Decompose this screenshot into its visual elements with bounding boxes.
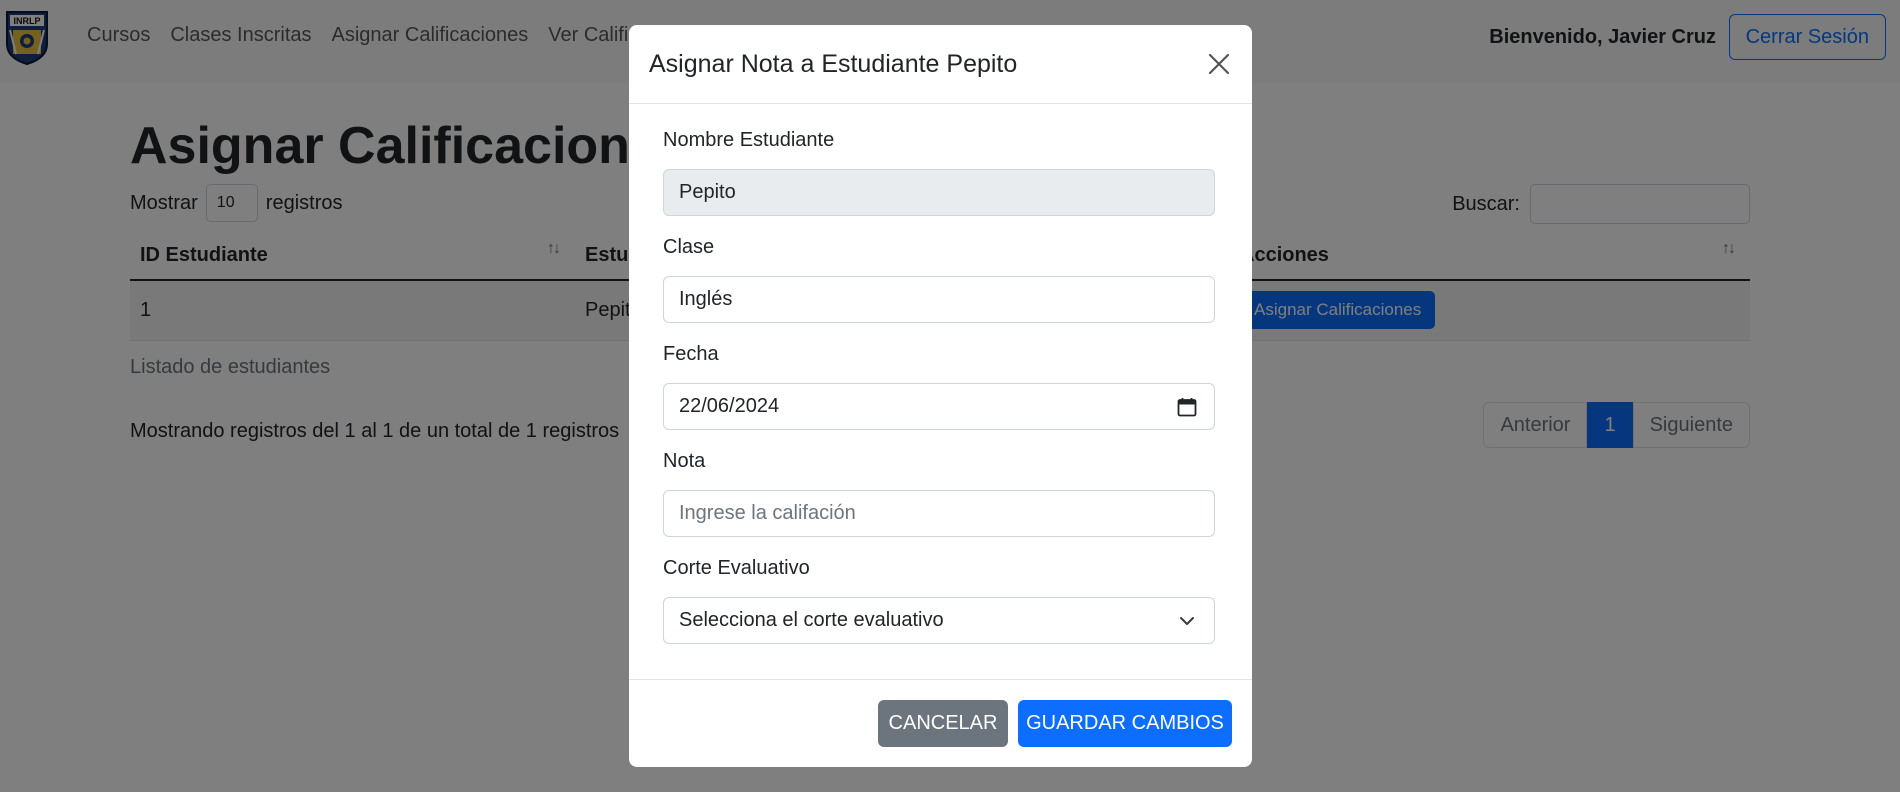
period-label: Corte Evaluativo <box>663 557 810 579</box>
cancel-button[interactable]: CANCELAR <box>878 700 1008 747</box>
calendar-icon[interactable] <box>1176 396 1198 418</box>
period-group: Corte Evaluativo Selecciona el corte eva… <box>663 557 1215 644</box>
date-field[interactable]: 22/06/2024 <box>663 383 1215 430</box>
date-group: Fecha 22/06/2024 <box>663 343 1215 430</box>
date-label: Fecha <box>663 343 719 365</box>
student-name-field: Pepito <box>663 169 1215 216</box>
modal-title: Asignar Nota a Estudiante Pepito <box>649 49 1018 78</box>
modal-footer: CANCELAR GUARDAR CAMBIOS <box>629 679 1252 767</box>
date-value: 22/06/2024 <box>679 395 780 417</box>
chevron-down-icon <box>1180 617 1194 625</box>
period-select-value: Selecciona el corte evaluativo <box>679 609 944 631</box>
period-select[interactable]: Selecciona el corte evaluativo <box>663 597 1215 644</box>
grade-input[interactable]: Ingrese la califación <box>663 490 1215 537</box>
close-icon[interactable] <box>1202 47 1236 81</box>
student-name-group: Nombre Estudiante Pepito <box>663 129 1215 216</box>
grade-modal: Asignar Nota a Estudiante Pepito Nombre … <box>629 25 1252 767</box>
save-changes-button[interactable]: GUARDAR CAMBIOS <box>1018 700 1232 747</box>
grade-group: Nota Ingrese la califación <box>663 450 1215 537</box>
student-name-label: Nombre Estudiante <box>663 129 835 151</box>
class-label: Clase <box>663 236 715 258</box>
grade-label: Nota <box>663 450 706 472</box>
class-group: Clase Inglés <box>663 236 1215 323</box>
modal-header: Asignar Nota a Estudiante Pepito <box>629 25 1252 104</box>
class-field[interactable]: Inglés <box>663 276 1215 323</box>
